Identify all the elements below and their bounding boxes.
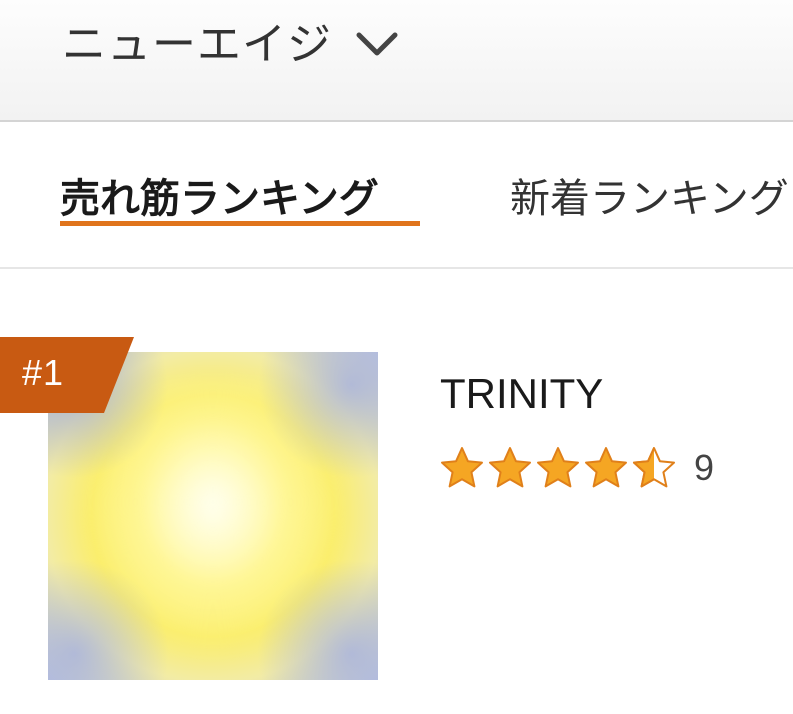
item-title[interactable]: TRINITY bbox=[440, 370, 603, 418]
list-item[interactable]: #1 TRINITY 9 bbox=[0, 270, 793, 714]
tab-new-ranking[interactable]: 新着ランキング bbox=[510, 166, 789, 224]
star-half-icon bbox=[633, 447, 675, 488]
tab-bestseller-ranking[interactable]: 売れ筋ランキング bbox=[60, 166, 379, 224]
app-header: ニューエイジ bbox=[0, 0, 793, 122]
star-full-icon bbox=[585, 447, 627, 488]
rank-badge bbox=[0, 337, 134, 413]
chevron-down-icon bbox=[356, 32, 398, 56]
active-tab-indicator bbox=[60, 221, 420, 226]
star-full-icon bbox=[489, 447, 531, 488]
category-dropdown-button[interactable]: ニューエイジ bbox=[62, 10, 398, 70]
star-full-icon bbox=[537, 447, 579, 488]
ranking-tabs: 売れ筋ランキング 新着ランキング bbox=[0, 122, 793, 269]
review-count: 9 bbox=[694, 447, 715, 488]
star-rating: 9 bbox=[440, 446, 714, 490]
rank-label: #1 bbox=[22, 352, 65, 393]
star-full-icon bbox=[441, 447, 483, 488]
category-label: ニューエイジ bbox=[62, 19, 332, 70]
